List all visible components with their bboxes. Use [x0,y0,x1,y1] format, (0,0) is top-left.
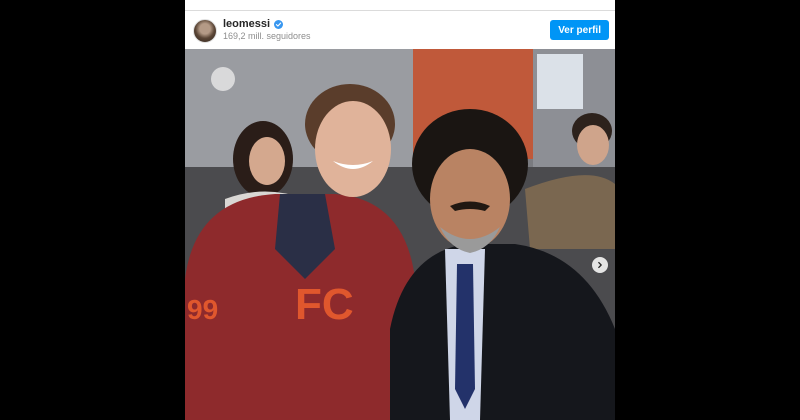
right-person-face [430,149,510,249]
photo-illustration: FC 99 [185,49,615,420]
username[interactable]: leomessi [223,18,270,30]
bg-woman-face [249,137,285,185]
chevron-right-icon [598,261,602,269]
follower-count: 169,2 mill. seguidores [223,31,311,41]
view-profile-button[interactable]: Ver perfil [550,20,609,40]
post-header: leomessi 169,2 mill. seguidores Ver perf… [185,10,615,49]
user-info: leomessi 169,2 mill. seguidores [223,18,311,41]
post-photo[interactable]: FC 99 [185,49,615,420]
hoodie-print: FC [295,280,354,329]
verified-badge-icon [274,19,284,29]
bg-man-face [577,125,609,165]
left-person-face [315,101,391,197]
username-row: leomessi [223,18,311,30]
background-screen [537,54,583,109]
hoodie-number: 99 [187,294,218,325]
instagram-embed: leomessi 169,2 mill. seguidores Ver perf… [185,0,615,420]
blue-tie [455,264,475,409]
avatar[interactable] [193,19,217,43]
bg-man-jacket [525,175,615,249]
next-photo-button[interactable] [592,257,608,273]
background-light [211,67,235,91]
